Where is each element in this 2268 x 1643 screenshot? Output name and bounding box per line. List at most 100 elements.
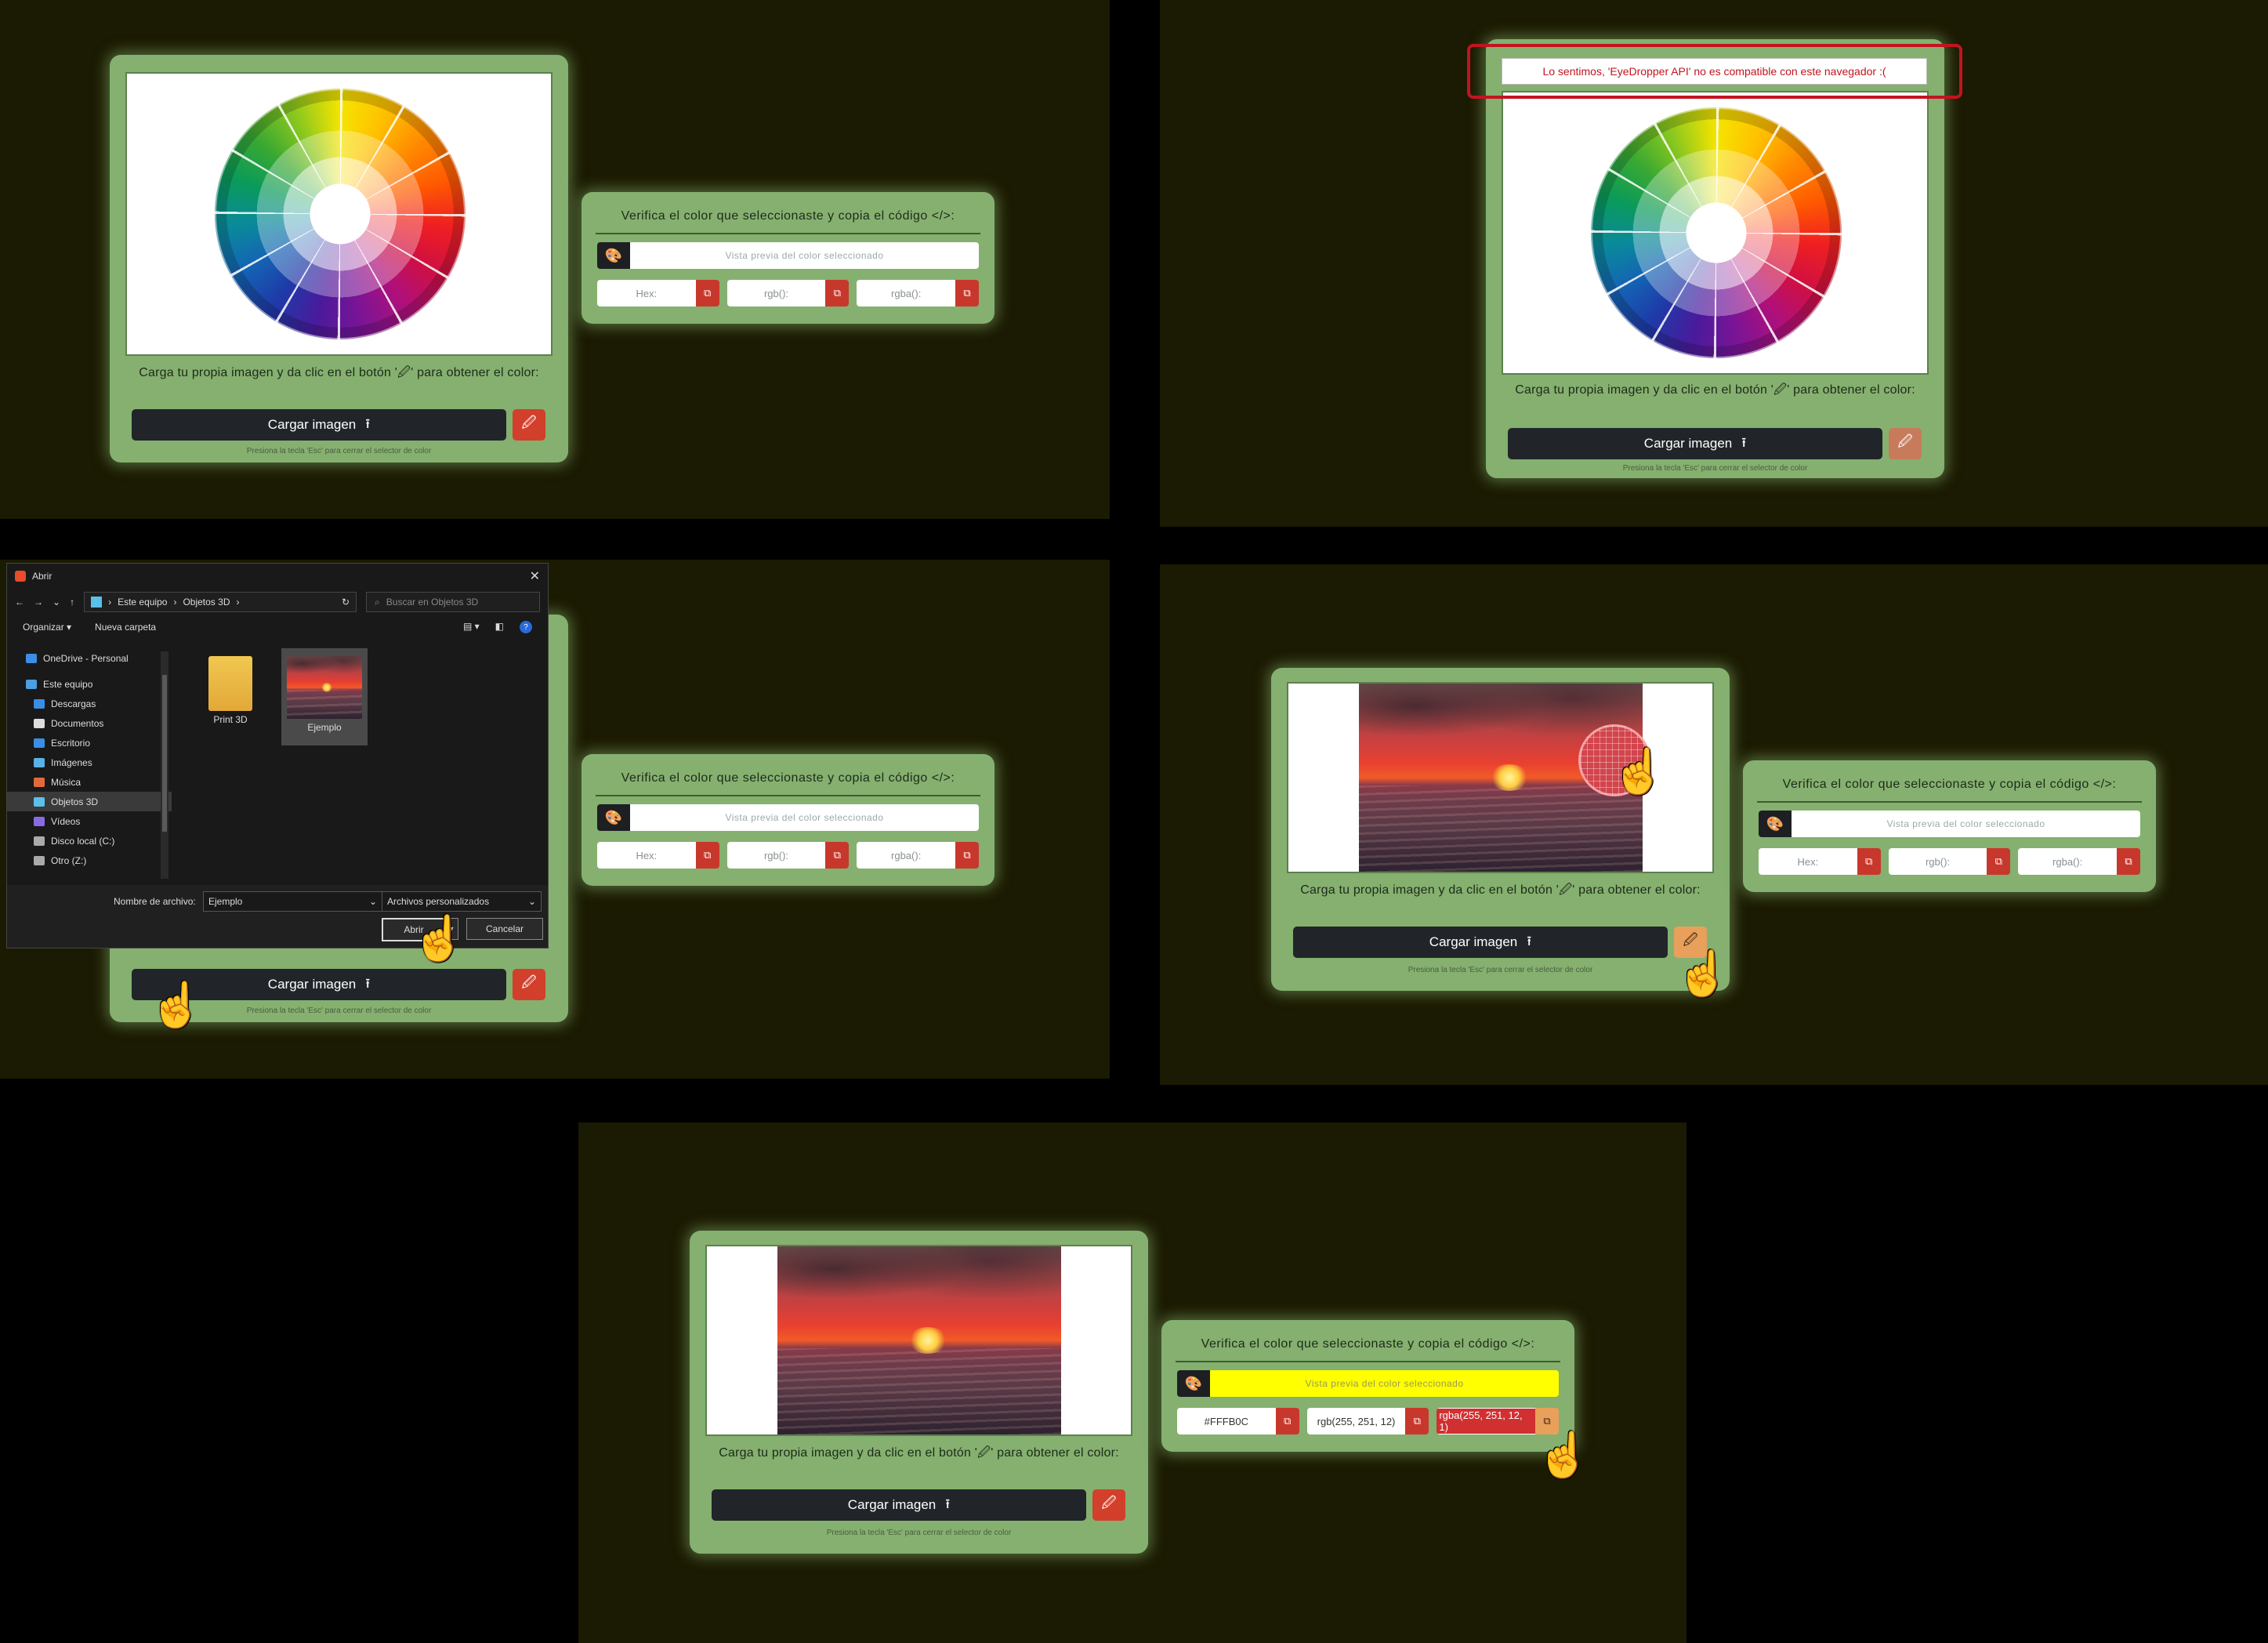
eyedropper-button[interactable]: 🖉 bbox=[513, 409, 545, 441]
preview-row: 🎨 Vista previa del color seleccionado bbox=[1759, 811, 2140, 837]
cancel-button[interactable]: Cancelar bbox=[466, 918, 543, 940]
verify-card: Verifica el color que seleccionaste y co… bbox=[1161, 1320, 1574, 1452]
new-folder-button[interactable]: Nueva carpeta bbox=[95, 622, 156, 633]
nav-item-onedrive[interactable]: OneDrive - Personal bbox=[7, 648, 172, 668]
forward-icon[interactable]: → bbox=[34, 597, 43, 608]
copy-rgb-button[interactable]: ⧉ bbox=[1987, 848, 2011, 875]
nav-item-objetos-3d[interactable]: Objetos 3D bbox=[7, 792, 172, 811]
close-icon[interactable]: ✕ bbox=[530, 568, 540, 584]
brave-icon bbox=[15, 571, 26, 582]
nav-item-descargas[interactable]: Descargas bbox=[7, 694, 172, 713]
copy-hex-button[interactable]: ⧉ bbox=[695, 842, 719, 869]
nav-item-este-equipo[interactable]: Este equipo bbox=[7, 674, 172, 694]
breadcrumb-objetos-3d[interactable]: Objetos 3D bbox=[183, 597, 230, 608]
rgb-field[interactable]: rgb(): bbox=[726, 280, 826, 306]
panel-initial: Carga tu propia imagen y da clic en el b… bbox=[0, 0, 1110, 519]
rgb-field[interactable]: rgb(): bbox=[726, 842, 826, 869]
load-image-button[interactable]: Cargar imagen ⭱ bbox=[712, 1489, 1086, 1521]
drive-icon bbox=[34, 836, 45, 846]
verify-card: Verifica el color que seleccionaste y co… bbox=[581, 754, 995, 886]
file-item-print-3d[interactable]: Print 3D bbox=[187, 648, 274, 745]
cube-icon bbox=[91, 597, 103, 608]
breadcrumb-este-equipo[interactable]: Este equipo bbox=[118, 597, 167, 608]
image-card: Lo sentimos, 'EyeDropper API' no es comp… bbox=[1486, 39, 1944, 478]
color-preview: Vista previa del color seleccionado bbox=[630, 804, 979, 831]
search-input[interactable]: ⌕ Buscar en Objetos 3D bbox=[366, 592, 541, 612]
nav-item-musica[interactable]: Música bbox=[7, 772, 172, 792]
nav-item-imagenes[interactable]: Imágenes bbox=[7, 753, 172, 772]
copy-rgba-button[interactable]: ⧉ bbox=[955, 280, 980, 306]
filename-input[interactable]: Ejemplo ⌄ bbox=[203, 891, 382, 912]
help-icon[interactable]: ? bbox=[520, 621, 532, 633]
hex-field[interactable]: Hex: bbox=[597, 842, 696, 869]
upload-icon: ⭱ bbox=[365, 975, 371, 991]
nav-scrollbar[interactable] bbox=[161, 651, 168, 879]
nav-item-documentos[interactable]: Documentos bbox=[7, 713, 172, 733]
pictures-icon bbox=[34, 757, 45, 767]
load-image-button[interactable]: Cargar imagen ⭱ bbox=[1508, 428, 1882, 459]
palette-icon: 🎨 bbox=[597, 804, 630, 831]
nav-item-videos[interactable]: Vídeos bbox=[7, 811, 172, 831]
code-fields: Hex: ⧉ rgb(): ⧉ rgba(): ⧉ bbox=[597, 842, 980, 869]
copy-rgb-button[interactable]: ⧉ bbox=[825, 842, 850, 869]
color-wheel-image bbox=[215, 89, 466, 339]
panel-unsupported: Lo sentimos, 'EyeDropper API' no es comp… bbox=[1160, 0, 2268, 527]
drive-icon bbox=[34, 855, 45, 865]
hex-field[interactable]: Hex: bbox=[1759, 848, 1857, 875]
copy-hex-button[interactable]: ⧉ bbox=[1857, 848, 1881, 875]
filetype-select[interactable]: Archivos personalizados ⌄ bbox=[382, 891, 542, 912]
eyedropper-button[interactable]: 🖉 bbox=[1092, 1489, 1125, 1521]
verify-title: Verifica el color que seleccionaste y co… bbox=[621, 209, 955, 223]
chevron-down-icon: ⌄ bbox=[527, 896, 536, 907]
rgba-field[interactable]: rgba(): bbox=[857, 280, 956, 306]
dialog-title: Abrir bbox=[32, 571, 53, 582]
load-image-button[interactable]: Cargar imagen ⭱ bbox=[132, 409, 506, 441]
preview-row: 🎨 Vista previa del color seleccionado bbox=[597, 242, 979, 269]
folder-icon bbox=[208, 656, 252, 711]
recent-icon[interactable]: ⌄ bbox=[53, 597, 60, 608]
back-icon[interactable]: ← bbox=[15, 597, 24, 608]
esc-hint: Presiona la tecla 'Esc' para cerrar el s… bbox=[246, 447, 432, 455]
eyedropper-icon: 🖉 bbox=[521, 974, 537, 990]
address-bar[interactable]: › Este equipo › Objetos 3D › ↻ bbox=[84, 592, 357, 612]
up-icon[interactable]: ↑ bbox=[70, 597, 74, 608]
upload-icon: ⭱ bbox=[1741, 434, 1747, 450]
view-icon[interactable]: ▤ ▾ bbox=[463, 621, 480, 633]
hand-cursor: ☝ bbox=[411, 913, 466, 963]
rgb-field[interactable]: rgb(): bbox=[1888, 848, 1987, 875]
nav-item-disco-local[interactable]: Disco local (C:) bbox=[7, 831, 172, 851]
rgba-field[interactable]: rgba(255, 251, 12, 1) bbox=[1437, 1408, 1536, 1434]
nav-item-otro[interactable]: Otro (Z:) bbox=[7, 851, 172, 870]
file-item-ejemplo[interactable]: Ejemplo bbox=[281, 648, 368, 745]
hand-cursor: ☝ bbox=[1536, 1430, 1591, 1479]
copy-hex-button[interactable]: ⧉ bbox=[695, 280, 719, 306]
nav-item-escritorio[interactable]: Escritorio bbox=[7, 733, 172, 753]
verify-title: Verifica el color que seleccionaste y co… bbox=[1201, 1337, 1535, 1351]
rgba-field[interactable]: rgba(): bbox=[857, 842, 956, 869]
refresh-icon[interactable]: ↻ bbox=[342, 597, 350, 608]
organize-button[interactable]: Organizar ▾ bbox=[23, 622, 71, 633]
rgba-field[interactable]: rgba(): bbox=[2018, 848, 2118, 875]
upload-icon: ⭱ bbox=[365, 415, 371, 431]
palette-icon: 🎨 bbox=[597, 242, 630, 269]
preview-row: 🎨 Vista previa del color seleccionado bbox=[597, 804, 979, 831]
card-caption: Carga tu propia imagen y da clic en el b… bbox=[719, 1446, 1119, 1460]
pane-icon[interactable]: ◧ bbox=[495, 621, 504, 633]
preview-row: 🎨 Vista previa del color seleccionado bbox=[1177, 1370, 1559, 1397]
copy-rgb-button[interactable]: ⧉ bbox=[825, 280, 850, 306]
copy-rgba-button[interactable]: ⧉ bbox=[2117, 848, 2141, 875]
hex-field[interactable]: Hex: bbox=[597, 280, 696, 306]
eyedropper-button[interactable]: 🖉 bbox=[513, 969, 545, 1000]
eyedropper-button[interactable]: 🖉 bbox=[1889, 428, 1922, 459]
load-image-label: Cargar imagen bbox=[1643, 436, 1733, 451]
load-image-button[interactable]: Cargar imagen ⭱ bbox=[1293, 927, 1668, 958]
copy-hex-button[interactable]: ⧉ bbox=[1275, 1408, 1299, 1434]
rgb-field[interactable]: rgb(255, 251, 12) bbox=[1306, 1408, 1406, 1434]
desktop-icon bbox=[34, 738, 45, 748]
copy-rgba-button[interactable]: ⧉ bbox=[955, 842, 980, 869]
upload-icon: ⭱ bbox=[945, 1496, 951, 1511]
hex-field[interactable]: #FFFB0C bbox=[1177, 1408, 1276, 1434]
copy-rgb-button[interactable]: ⧉ bbox=[1405, 1408, 1429, 1434]
open-file-dialog: Abrir ✕ ← → ⌄ ↑ › Este equipo › Objetos … bbox=[6, 563, 549, 960]
download-icon bbox=[34, 698, 45, 709]
